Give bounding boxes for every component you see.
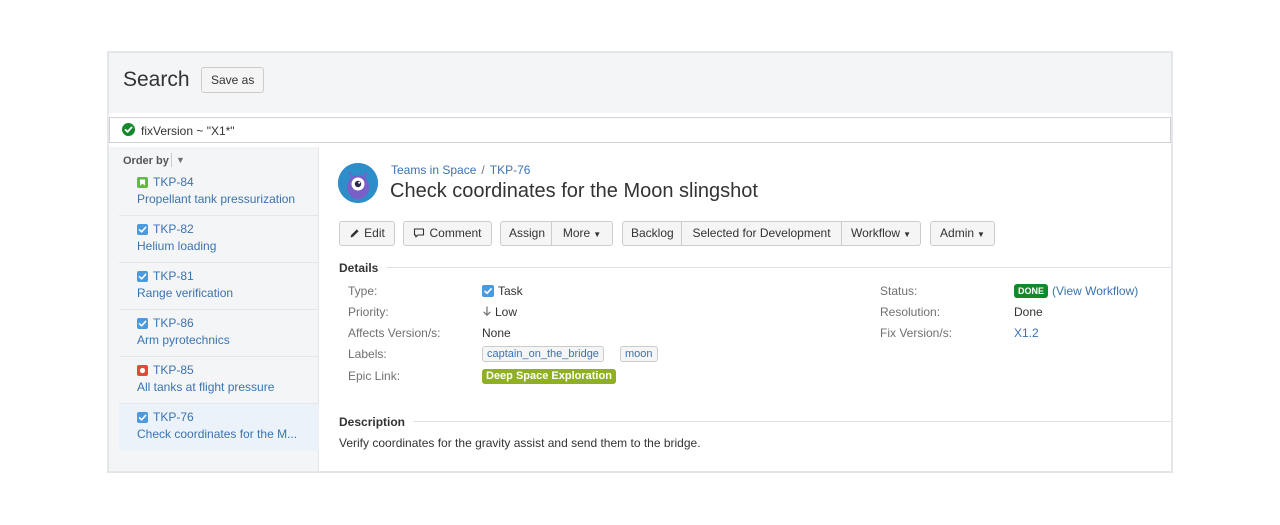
issue-summary[interactable]: Arm pyrotechnics [137, 333, 230, 347]
issue-list-item[interactable]: TKP-84 Propellant tank pressurization [119, 169, 319, 216]
search-header: Search Save as [109, 53, 1171, 113]
issue-list-item[interactable]: TKP-85 All tanks at flight pressure [119, 357, 319, 404]
task-icon [137, 318, 148, 329]
task-icon [482, 285, 494, 297]
issue-key-link[interactable]: TKP-86 [153, 316, 194, 330]
resolution-value: Done [1014, 305, 1043, 319]
breadcrumb-project-link[interactable]: Teams in Space [391, 163, 476, 177]
issue-key-link[interactable]: TKP-84 [153, 175, 194, 189]
epic-link-label: Epic Link: [348, 369, 401, 383]
breadcrumb-issue-key-link[interactable]: TKP-76 [490, 163, 531, 177]
fix-version-link[interactable]: X1.2 [1014, 326, 1039, 340]
more-dropdown-button[interactable]: More ▼ [551, 221, 613, 246]
order-by-label[interactable]: Order by [123, 155, 169, 167]
issue-key-link[interactable]: TKP-81 [153, 269, 194, 283]
story-icon [137, 177, 148, 188]
issue-list-item[interactable]: TKP-81 Range verification [119, 263, 319, 310]
labels-value: captain_on_the_bridge moon [482, 346, 682, 364]
issue-key-link[interactable]: TKP-82 [153, 222, 194, 236]
issue-summary[interactable]: Check coordinates for the M... [137, 427, 297, 441]
breadcrumb: Teams in Space / TKP-76 [391, 163, 530, 177]
affects-version-label: Affects Version/s: [348, 326, 441, 340]
more-button-label: More [562, 226, 591, 240]
task-icon [137, 412, 148, 423]
task-icon [137, 271, 148, 282]
backlog-transition-button[interactable]: Backlog [622, 221, 682, 246]
chevron-down-icon: ▼ [977, 230, 985, 239]
save-as-button[interactable]: Save as [201, 67, 265, 93]
issue-summary[interactable]: Propellant tank pressurization [137, 192, 295, 206]
details-divider [386, 267, 1171, 268]
issue-list-item[interactable]: TKP-86 Arm pyrotechnics [119, 310, 319, 357]
issue-key-link[interactable]: TKP-76 [153, 410, 194, 424]
priority-value: Low [482, 305, 517, 319]
edit-button-label: Edit [364, 226, 385, 240]
selected-for-development-button[interactable]: Selected for Development [681, 221, 842, 246]
label-chip[interactable]: captain_on_the_bridge [482, 346, 604, 362]
issue-summary[interactable]: Helium loading [137, 239, 216, 253]
arrow-down-icon [483, 306, 491, 316]
status-label: Status: [880, 284, 918, 298]
issue-title: Check coordinates for the Moon slingshot [390, 180, 758, 202]
breadcrumb-separator: / [481, 163, 485, 177]
type-value-text: Task [498, 284, 523, 298]
project-avatar-icon [338, 163, 378, 203]
issue-navigator-window: Search Save as fixVersion ~ "X1*" Order … [107, 51, 1173, 473]
issue-list-sidebar: Order by ▼ TKP-84 Propellant tank pressu… [109, 147, 319, 471]
pencil-icon [350, 229, 359, 238]
admin-dropdown-button[interactable]: Admin ▼ [930, 221, 995, 246]
issue-detail-panel: Teams in Space / TKP-76 Check coordinates … [320, 147, 1171, 471]
issue-summary[interactable]: All tanks at flight pressure [137, 380, 274, 394]
issue-list-item[interactable]: TKP-82 Helium loading [119, 216, 319, 263]
label-chip[interactable]: moon [620, 346, 658, 362]
affects-version-value: None [482, 326, 511, 340]
valid-query-check-icon [122, 123, 135, 136]
labels-label: Labels: [348, 347, 387, 361]
workflow-button-label: Workflow [850, 226, 901, 240]
resolution-label: Resolution: [880, 305, 941, 319]
workflow-dropdown-button[interactable]: Workflow ▼ [841, 221, 921, 246]
jql-query-bar[interactable]: fixVersion ~ "X1*" [109, 117, 1171, 143]
task-icon [137, 224, 148, 235]
fix-version-label: Fix Version/s: [880, 326, 953, 340]
type-value: Task [482, 284, 523, 298]
priority-label: Priority: [348, 305, 389, 319]
bug-icon [137, 365, 148, 376]
description-heading: Description [339, 415, 406, 429]
epic-link-chip[interactable]: Deep Space Exploration [482, 369, 616, 384]
order-by-dropdown[interactable]: ▼ [171, 153, 185, 167]
admin-button-label: Admin [940, 226, 975, 240]
description-divider [413, 421, 1171, 422]
description-text: Verify coordinates for the gravity assis… [339, 436, 701, 450]
issue-summary[interactable]: Range verification [137, 286, 233, 300]
status-lozenge: DONE [1014, 284, 1049, 298]
status-value: DONE (View Workflow) [1014, 284, 1138, 298]
chevron-down-icon: ▼ [176, 155, 185, 165]
comment-button-label: Comment [429, 226, 482, 240]
edit-button[interactable]: Edit [339, 221, 395, 246]
page-title: Search [123, 68, 190, 91]
jql-query-text[interactable]: fixVersion ~ "X1*" [141, 124, 235, 138]
priority-value-text: Low [495, 305, 518, 319]
issue-list-item-selected[interactable]: TKP-76 Check coordinates for the M... [119, 404, 319, 451]
comment-button[interactable]: Comment [403, 221, 492, 246]
chevron-down-icon: ▼ [903, 230, 912, 239]
type-label: Type: [348, 284, 378, 298]
view-workflow-link[interactable]: (View Workflow) [1052, 284, 1138, 298]
assign-button[interactable]: Assign [500, 221, 552, 246]
chevron-down-icon: ▼ [593, 230, 602, 239]
details-heading: Details [339, 261, 379, 275]
comment-icon [414, 228, 425, 238]
issue-key-link[interactable]: TKP-85 [153, 363, 194, 377]
